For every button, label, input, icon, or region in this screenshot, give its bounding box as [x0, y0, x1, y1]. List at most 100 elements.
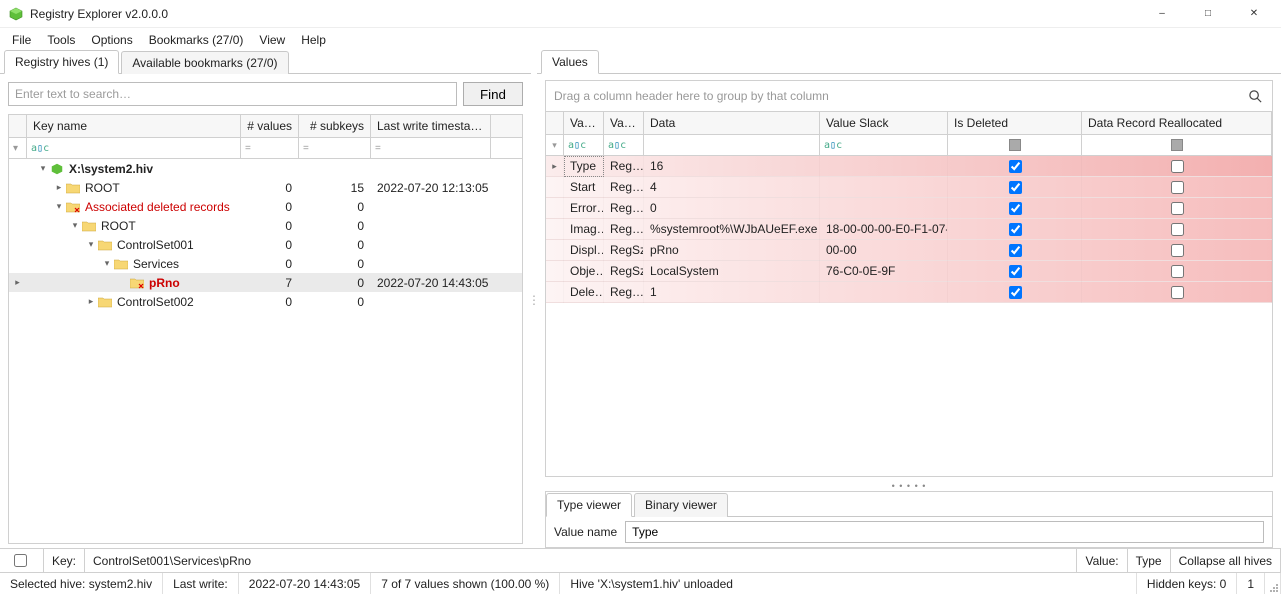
filter-handle[interactable]: ▾ — [9, 138, 27, 158]
deleted-checkbox[interactable] — [1009, 265, 1022, 278]
col-value-type[interactable]: Valu… — [604, 112, 644, 134]
values-row[interactable]: Dele…Reg…1 — [546, 282, 1272, 303]
col-is-deleted[interactable]: Is Deleted — [948, 112, 1082, 134]
window-minimize[interactable]: – — [1139, 0, 1185, 28]
expander-icon[interactable]: ▾ — [85, 239, 97, 250]
tab-type-viewer[interactable]: Type viewer — [546, 493, 632, 517]
tab-values[interactable]: Values — [541, 50, 599, 74]
value-name-input[interactable] — [625, 521, 1264, 543]
values-row[interactable]: ▸TypeReg…16 — [546, 156, 1272, 177]
tree-grid[interactable]: Key name # values # subkeys Last write t… — [8, 114, 523, 544]
resize-grip-icon[interactable] — [1267, 581, 1279, 593]
menu-bookmarks[interactable]: Bookmarks (27/0) — [141, 30, 252, 50]
filter-ts[interactable]: = — [371, 138, 491, 158]
expander-icon[interactable]: ▾ — [101, 258, 113, 269]
cell-slack — [820, 282, 948, 303]
filter-slack[interactable]: a▯c — [820, 135, 948, 155]
values-grid[interactable]: Drag a column header here to group by th… — [545, 80, 1273, 477]
col-num-subkeys[interactable]: # subkeys — [299, 115, 371, 137]
window-close[interactable]: ✕ — [1231, 0, 1277, 28]
title-bar: Registry Explorer v2.0.0.0 – □ ✕ — [0, 0, 1281, 28]
tree-row[interactable]: ▸ROOT 0152022-07-20 12:13:05 — [9, 178, 522, 197]
left-tabs: Registry hives (1) Available bookmarks (… — [0, 52, 531, 74]
tree-row-hive[interactable]: ▾X:\system2.hiv — [9, 159, 522, 178]
reallocated-checkbox[interactable] — [1171, 181, 1184, 194]
reallocated-checkbox[interactable] — [1171, 265, 1184, 278]
col-reallocated[interactable]: Data Record Reallocated — [1082, 112, 1272, 134]
cell-value-type: Reg… — [604, 177, 644, 198]
col-last-write[interactable]: Last write timestamp — [371, 115, 491, 137]
values-row[interactable]: Imag…Reg…%systemroot%\WJbAUeEF.exe18-00-… — [546, 219, 1272, 240]
key-label: Key: — [44, 549, 85, 572]
col-num-values[interactable]: # values — [241, 115, 299, 137]
col-data[interactable]: Data — [644, 112, 820, 134]
tree-row-selected[interactable]: ▸ pRno 702022-07-20 14:43:05 — [9, 273, 522, 292]
deleted-checkbox[interactable] — [1009, 244, 1022, 257]
filter-values[interactable]: = — [241, 138, 299, 158]
menu-view[interactable]: View — [251, 30, 293, 50]
filter-data[interactable] — [644, 135, 820, 155]
folder-icon — [65, 181, 81, 195]
filter-value-name[interactable]: a▯c — [564, 135, 604, 155]
tree-row[interactable]: ▸ControlSet002 00 — [9, 292, 522, 311]
filter-key[interactable]: a▯c — [27, 138, 241, 158]
filter-handle[interactable]: ▾ — [546, 135, 564, 155]
expander-icon[interactable]: ▾ — [53, 201, 65, 212]
cell-slack — [820, 156, 948, 177]
cell-reallocated — [1082, 198, 1272, 219]
deleted-checkbox[interactable] — [1009, 223, 1022, 236]
reallocated-checkbox[interactable] — [1171, 223, 1184, 236]
key-checkbox[interactable] — [14, 554, 27, 567]
tree-row[interactable]: ▾Associated deleted records 00 — [9, 197, 522, 216]
expander-icon[interactable]: ▸ — [85, 296, 97, 307]
tree-row[interactable]: ▾Services 00 — [9, 254, 522, 273]
deleted-checkbox[interactable] — [1009, 202, 1022, 215]
folder-icon — [97, 295, 113, 309]
value-type: Type — [1128, 549, 1171, 572]
menu-bar: File Tools Options Bookmarks (27/0) View… — [0, 28, 1281, 52]
cell-is-deleted — [948, 177, 1082, 198]
tab-binary-viewer[interactable]: Binary viewer — [634, 493, 728, 517]
tree-row[interactable]: ▾ControlSet001 00 — [9, 235, 522, 254]
tree-row[interactable]: ▾ROOT 00 — [9, 216, 522, 235]
expander-icon[interactable]: ▸ — [53, 182, 65, 193]
reallocated-checkbox[interactable] — [1171, 202, 1184, 215]
tab-available-bookmarks[interactable]: Available bookmarks (27/0) — [121, 51, 288, 74]
deleted-checkbox[interactable] — [1009, 160, 1022, 173]
filter-subkeys[interactable]: = — [299, 138, 371, 158]
reallocated-checkbox[interactable] — [1171, 286, 1184, 299]
expander-icon[interactable]: ▾ — [69, 220, 81, 231]
col-value-name[interactable]: Valu… — [564, 112, 604, 134]
find-button[interactable]: Find — [463, 82, 523, 106]
reallocated-checkbox[interactable] — [1171, 160, 1184, 173]
window-maximize[interactable]: □ — [1185, 0, 1231, 28]
values-row[interactable]: Displ…RegSzpRno00-00 — [546, 240, 1272, 261]
cell-value-type: RegSz — [604, 240, 644, 261]
collapse-all-hives[interactable]: Collapse all hives — [1171, 549, 1281, 572]
horizontal-splitter[interactable]: • • • • • — [545, 481, 1273, 491]
col-key-name[interactable]: Key name — [27, 115, 241, 137]
search-input[interactable] — [8, 82, 457, 106]
filter-value-type[interactable]: a▯c — [604, 135, 644, 155]
values-row[interactable]: StartReg…4 — [546, 177, 1272, 198]
menu-help[interactable]: Help — [293, 30, 334, 50]
filter-realloc[interactable] — [1082, 135, 1272, 155]
col-value-slack[interactable]: Value Slack — [820, 112, 948, 134]
window-title: Registry Explorer v2.0.0.0 — [30, 7, 1139, 21]
menu-tools[interactable]: Tools — [39, 30, 83, 50]
deleted-checkbox[interactable] — [1009, 286, 1022, 299]
tab-registry-hives[interactable]: Registry hives (1) — [4, 50, 119, 74]
values-row[interactable]: Obje…RegSzLocalSystem76-C0-0E-9F — [546, 261, 1272, 282]
menu-options[interactable]: Options — [83, 30, 140, 50]
search-icon[interactable] — [1246, 87, 1264, 105]
cell-slack — [820, 177, 948, 198]
right-tabs: Values — [537, 52, 1281, 74]
row-indicator-icon — [546, 177, 564, 198]
deleted-checkbox[interactable] — [1009, 181, 1022, 194]
reallocated-checkbox[interactable] — [1171, 244, 1184, 257]
folder-deleted-icon — [65, 200, 81, 214]
menu-file[interactable]: File — [4, 30, 39, 50]
values-row[interactable]: Error…Reg…0 — [546, 198, 1272, 219]
filter-deleted[interactable] — [948, 135, 1082, 155]
expander-icon[interactable]: ▾ — [37, 163, 49, 174]
